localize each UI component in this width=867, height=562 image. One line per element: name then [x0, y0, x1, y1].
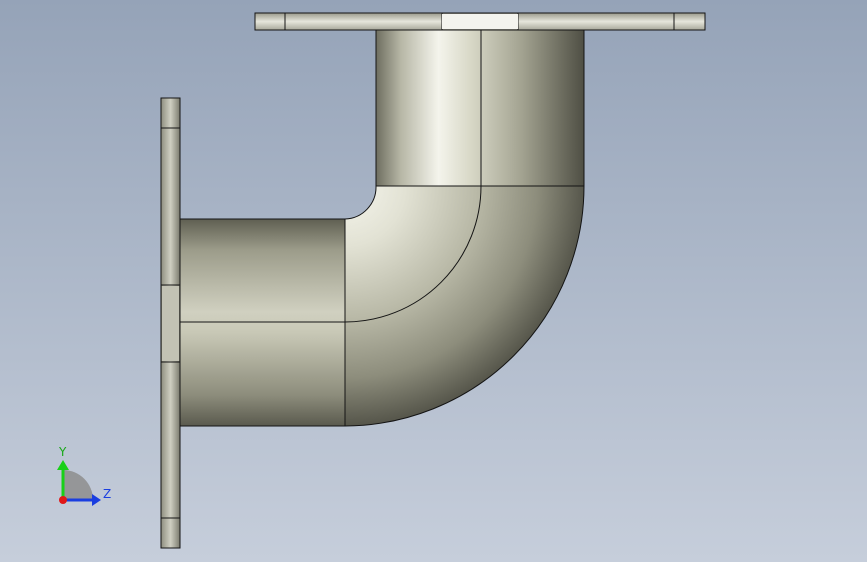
- vertical-pipe[interactable]: [375, 29, 585, 187]
- side-flange-highlight: [162, 286, 179, 361]
- side-flange[interactable]: [160, 97, 181, 549]
- y-axis-label: Y: [58, 445, 67, 459]
- x-axis-origin: [59, 496, 67, 504]
- model-view[interactable]: Y Z: [0, 0, 867, 562]
- top-flange[interactable]: [254, 12, 706, 31]
- graphics-viewport[interactable]: Y Z: [0, 0, 867, 562]
- top-flange-highlight: [442, 14, 518, 29]
- z-axis-label: Z: [103, 487, 111, 501]
